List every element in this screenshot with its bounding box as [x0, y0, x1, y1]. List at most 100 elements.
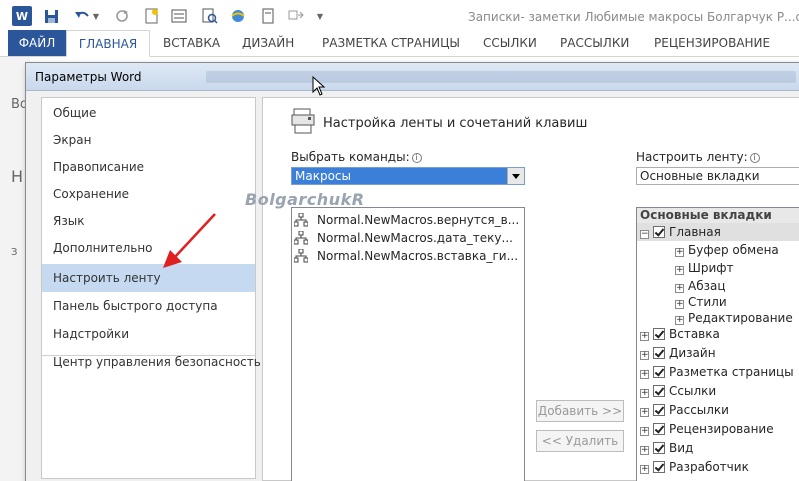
expand-icon[interactable]: +: [675, 248, 684, 257]
web-icon[interactable]: [229, 7, 247, 25]
customize-qat-icon[interactable]: ▼: [315, 7, 325, 25]
tree-node-label: Редактирование: [688, 311, 793, 325]
checkbox-checked-icon[interactable]: [653, 423, 665, 435]
options-nav: Общие Экран Правописание Сохранение Язык…: [41, 97, 271, 479]
print-preview-icon[interactable]: [201, 7, 219, 25]
nav-item-trust-center[interactable]: Центр управления безопасностью: [42, 348, 271, 376]
expand-icon[interactable]: +: [640, 389, 649, 398]
tree-node-label: Разработчик: [669, 460, 749, 474]
expand-icon[interactable]: +: [640, 370, 649, 379]
tab-file[interactable]: ФАЙЛ: [8, 30, 66, 56]
choose-commands-label-text: Выбрать команды:: [291, 150, 410, 164]
tree-node-label: Вид: [669, 441, 694, 455]
ribbon-tree[interactable]: Основные вкладки − Главная + Буфер обмена …: [636, 207, 799, 481]
customize-ribbon-combo[interactable]: Основные вкладки: [636, 167, 799, 185]
tab-insert[interactable]: ВСТАВКА: [163, 30, 220, 56]
tree-node-tab[interactable]: + Вставка: [640, 325, 720, 343]
tree-node-tab[interactable]: + Вид: [640, 439, 693, 457]
tab-page-layout[interactable]: РАЗМЕТКА СТРАНИЦЫ: [322, 30, 460, 56]
window-title: Записки- заметки Любимые макросы Болгарч…: [468, 10, 799, 24]
tab-review[interactable]: РЕЦЕНЗИРОВАНИЕ: [654, 30, 770, 56]
expand-icon[interactable]: +: [640, 332, 649, 341]
expand-icon[interactable]: +: [640, 408, 649, 417]
nav-item-add-ins[interactable]: Надстройки: [42, 320, 255, 348]
checkbox-checked-icon[interactable]: [653, 404, 665, 416]
expand-icon[interactable]: +: [675, 300, 684, 309]
macro-icon: [294, 231, 308, 245]
macro-icon: [294, 213, 308, 227]
remove-button[interactable]: << Удалить: [536, 430, 624, 452]
macro-icon[interactable]: [287, 7, 305, 25]
checkbox-checked-icon[interactable]: [653, 347, 665, 359]
customize-ribbon-label: Настроить ленту: i: [636, 150, 760, 164]
tree-node-label: Стили: [688, 295, 727, 309]
checkbox-checked-icon[interactable]: [653, 442, 665, 454]
tree-node-group[interactable]: + Шрифт: [675, 259, 734, 277]
redo-icon[interactable]: [113, 7, 131, 25]
list-item[interactable]: Normal.NewMacros.вставка_ги...: [294, 247, 518, 265]
new-doc-icon[interactable]: [143, 7, 161, 25]
checkbox-checked-icon[interactable]: [653, 226, 665, 238]
tree-node-label: Разметка страницы: [669, 365, 794, 379]
undo-icon[interactable]: [73, 7, 91, 25]
expand-icon[interactable]: +: [675, 284, 684, 293]
nav-item-language[interactable]: Язык: [42, 207, 255, 235]
add-button[interactable]: Добавить >>: [536, 400, 624, 422]
list-item[interactable]: Normal.NewMacros.вернутся_в...: [294, 211, 519, 229]
customize-ribbon-value: Основные вкладки: [640, 169, 760, 183]
expand-icon[interactable]: +: [640, 427, 649, 436]
nav-item-display[interactable]: Экран: [42, 126, 255, 154]
checkbox-checked-icon[interactable]: [653, 366, 665, 378]
nav-item-save[interactable]: Сохранение: [42, 180, 255, 208]
save-icon[interactable]: [42, 7, 60, 25]
choose-commands-combo[interactable]: Макросы: [291, 167, 525, 185]
tree-node-tab[interactable]: + Рецензирование: [640, 420, 774, 438]
nav-item-customize-ribbon[interactable]: Настроить ленту: [42, 264, 255, 292]
mouse-cursor-icon: [312, 76, 326, 96]
macro-name: Normal.NewMacros.дата_теку...: [317, 231, 513, 245]
form-icon[interactable]: [170, 7, 188, 25]
collapse-icon[interactable]: −: [640, 230, 649, 239]
expand-icon[interactable]: +: [640, 446, 649, 455]
tab-design[interactable]: ДИЗАЙН: [242, 30, 294, 56]
expand-icon[interactable]: +: [675, 316, 684, 325]
chevron-down-icon[interactable]: [507, 168, 524, 184]
nav-item-advanced[interactable]: Дополнительно: [42, 234, 255, 262]
macro-name: Normal.NewMacros.вставка_ги...: [317, 249, 519, 263]
touch-icon[interactable]: [259, 7, 277, 25]
expand-icon[interactable]: +: [675, 266, 684, 275]
checkbox-checked-icon[interactable]: [653, 328, 665, 340]
macro-icon: [294, 249, 308, 263]
info-icon: i: [749, 153, 760, 163]
tree-node-label: Ссылки: [669, 384, 717, 398]
quick-access-toolbar: W ▼ ▼ Записки- заметки Любимые макросы Б…: [0, 0, 799, 32]
tree-node-tab[interactable]: + Разметка страницы: [640, 363, 794, 381]
tree-node-tab[interactable]: + Ссылки: [640, 382, 716, 400]
nav-item-quick-access-toolbar[interactable]: Панель быстрого доступа: [42, 292, 255, 320]
nav-item-proofing[interactable]: Правописание: [42, 153, 255, 181]
tree-node-label: Вставка: [669, 327, 720, 341]
customize-ribbon-label-text: Настроить ленту:: [636, 150, 748, 164]
tab-home[interactable]: ГЛАВНАЯ: [66, 30, 150, 57]
expand-icon[interactable]: +: [640, 351, 649, 360]
dialog-title-bar[interactable]: Параметры Word: [26, 63, 799, 91]
tree-node-tab[interactable]: + Рассылки: [640, 401, 729, 419]
expand-icon[interactable]: +: [640, 465, 649, 474]
bg-text: З: [11, 247, 18, 258]
list-item[interactable]: Normal.NewMacros.дата_теку...: [294, 229, 513, 247]
tree-node-label: Рецензирование: [669, 422, 774, 436]
checkbox-checked-icon[interactable]: [653, 385, 665, 397]
commands-list[interactable]: Normal.NewMacros.вернутся_в... Normal.Ne…: [291, 207, 525, 481]
undo-dropdown-icon[interactable]: ▼: [91, 7, 101, 25]
tree-node-tab[interactable]: + Дизайн: [640, 344, 716, 362]
tree-node-label: Абзац: [688, 279, 726, 293]
word-logo-icon[interactable]: W: [12, 6, 32, 26]
tree-node-group[interactable]: + Буфер обмена: [675, 241, 779, 259]
tab-mailings[interactable]: РАССЫЛКИ: [560, 30, 629, 56]
checkbox-checked-icon[interactable]: [653, 461, 665, 473]
tree-node-home[interactable]: − Главная: [637, 223, 799, 241]
tree-node-tab[interactable]: + Разработчик: [640, 458, 749, 476]
nav-item-general[interactable]: Общие: [42, 99, 255, 127]
tab-references[interactable]: ССЫЛКИ: [483, 30, 537, 56]
bg-text: Н: [11, 167, 24, 186]
